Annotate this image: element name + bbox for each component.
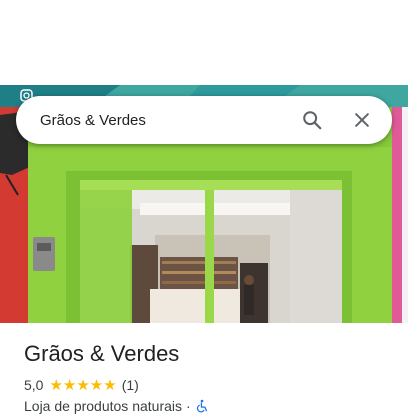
place-info-sheet: Grãos & Verdes 5,0 ★★★★★ (1) Loja de pro… [0,323,408,414]
close-icon [355,113,369,127]
search-bar[interactable]: Grãos & Verdes [16,96,392,144]
wheelchair-accessible-icon [196,399,207,413]
search-icon [303,111,322,130]
rating-value: 5,0 [24,377,44,393]
close-button[interactable] [344,102,380,138]
separator: · [186,398,191,414]
review-count[interactable]: (1) [122,377,139,393]
rating-row[interactable]: 5,0 ★★★★★ (1) [24,376,139,394]
search-input[interactable]: Grãos & Verdes [40,112,294,129]
category-row: Loja de produtos naturais · [24,398,209,414]
place-title: Grãos & Verdes [24,341,180,366]
search-button[interactable] [294,102,330,138]
place-category: Loja de produtos naturais [24,398,182,414]
rating-stars: ★★★★★ [49,377,117,394]
map-top-area [0,0,408,85]
